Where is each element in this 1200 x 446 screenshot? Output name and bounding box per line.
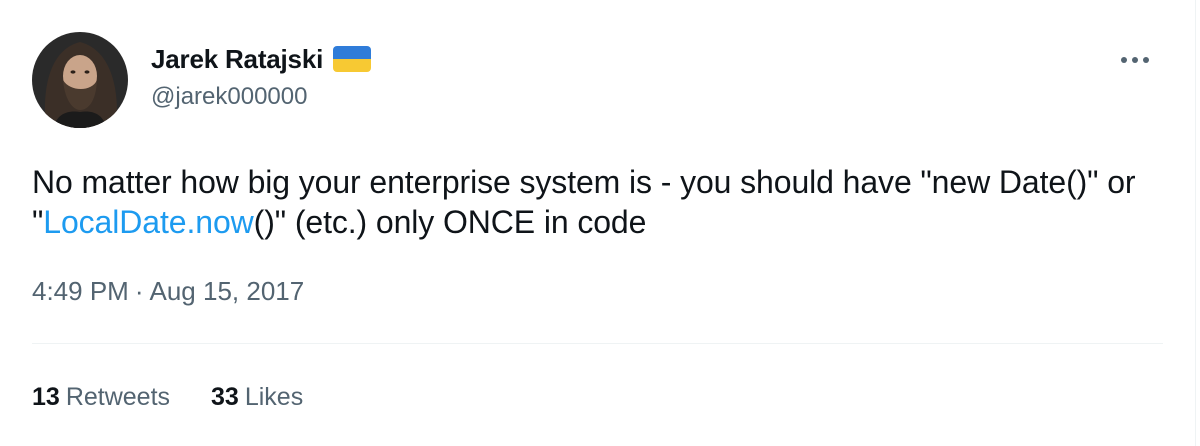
avatar-image xyxy=(32,32,128,128)
tweet-date: Aug 15, 2017 xyxy=(149,276,305,306)
retweets-count: 13 xyxy=(32,383,60,411)
tweet-timestamp[interactable]: 4:49 PM · Aug 15, 2017 xyxy=(32,276,304,307)
likes-count: 33 xyxy=(211,383,239,411)
ukraine-flag-icon xyxy=(333,46,372,72)
likes-label: Likes xyxy=(244,383,304,411)
author-name-row: Jarek Ratajski xyxy=(151,42,372,76)
author-handle[interactable]: @jarek000000 xyxy=(151,83,307,111)
tweet-time: 4:49 PM xyxy=(32,276,129,306)
divider xyxy=(32,343,1163,344)
tweet-card: Jarek Ratajski @jarek000000 No matter ho… xyxy=(0,0,1196,446)
retweets-label: Retweets xyxy=(65,383,171,411)
avatar[interactable] xyxy=(32,32,128,128)
tweet-stats: 13 Retweets 33 Likes xyxy=(32,383,303,412)
more-horizontal-icon xyxy=(1121,57,1149,63)
author-display-name[interactable]: Jarek Ratajski xyxy=(151,44,323,75)
meta-separator: · xyxy=(134,276,144,306)
tweet-link[interactable]: LocalDate.now xyxy=(43,204,253,240)
tweet-text-after: ()" (etc.) only ONCE in code xyxy=(253,204,647,240)
retweets-stat[interactable]: 13 Retweets xyxy=(32,383,170,412)
tweet-text: No matter how big your enterprise system… xyxy=(32,162,1162,242)
likes-stat[interactable]: 33 Likes xyxy=(211,383,303,412)
more-options-button[interactable] xyxy=(1112,40,1158,80)
